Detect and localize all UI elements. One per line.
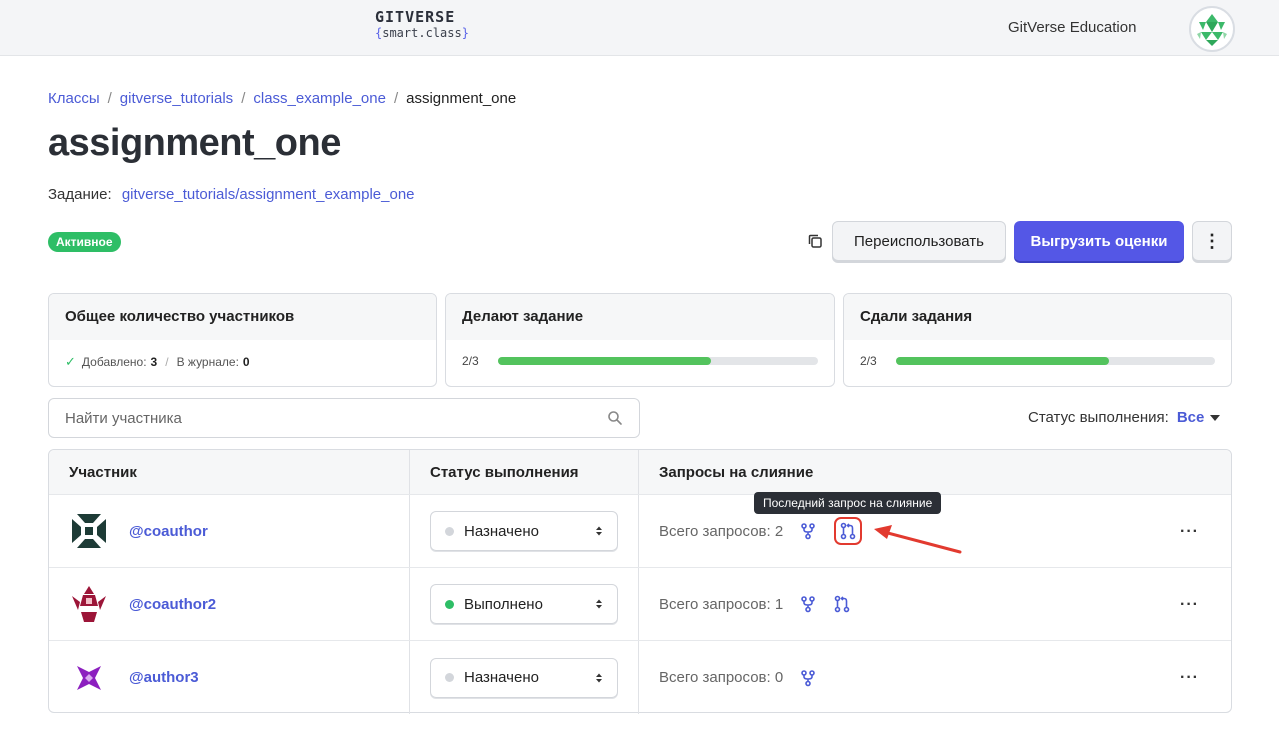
export-grades-button[interactable]: Выгрузить оценки	[1014, 221, 1184, 261]
user-avatar[interactable]	[1189, 6, 1235, 52]
progress-text: 2/3	[860, 354, 877, 368]
row-more-button[interactable]: ···	[1180, 596, 1199, 614]
reuse-button[interactable]: Переиспользовать	[832, 221, 1006, 261]
status-select[interactable]: Выполнено	[430, 584, 618, 624]
avatar[interactable]	[69, 584, 109, 624]
fork-icon[interactable]	[799, 669, 817, 687]
fork-icon[interactable]	[799, 595, 817, 613]
table-row: @author3 Назначено Всего запросов: 0 ···	[49, 641, 1231, 714]
pull-request-icon[interactable]	[834, 517, 863, 545]
merge-request-count: Всего запросов: 2	[659, 522, 784, 540]
progress-text: 2/3	[462, 354, 479, 368]
participant-username[interactable]: @author3	[129, 669, 199, 686]
breadcrumb-link-org[interactable]: gitverse_tutorials	[120, 90, 233, 107]
status-select-value: Назначено	[464, 522, 539, 540]
divider: /	[165, 355, 169, 369]
select-caret-icon	[596, 526, 602, 536]
participant-username[interactable]: @coauthor	[129, 523, 208, 540]
progress-bar	[896, 357, 1215, 365]
breadcrumb-separator: /	[241, 90, 246, 107]
status-select-value: Выполнено	[464, 595, 543, 613]
status-dot	[445, 526, 454, 536]
avatar[interactable]	[69, 511, 109, 551]
filter-label: Статус выполнения:	[1028, 409, 1169, 426]
status-badge: Активное	[48, 232, 121, 252]
caret-down-icon[interactable]	[1210, 414, 1221, 421]
select-caret-icon	[596, 673, 602, 682]
annotation-arrow-icon	[874, 525, 962, 554]
page-title: assignment_one	[48, 122, 341, 164]
last-merge-request-tooltip: Последний запрос на слияние	[754, 492, 942, 514]
assignment-label: Задание:	[48, 186, 112, 203]
breadcrumb-current: assignment_one	[406, 90, 517, 107]
row-more-button[interactable]: ···	[1180, 523, 1199, 541]
progress-fill	[498, 357, 712, 365]
column-header: Участник	[49, 450, 410, 494]
stat-card-total: Общее количество участников ✓ Добавлено:…	[48, 293, 437, 387]
gitverse-logo[interactable]: GITVERSE {smart.class}	[375, 9, 469, 41]
assignment-repo-link[interactable]: gitverse_tutorials/assignment_example_on…	[122, 186, 415, 203]
stat-card-submitted: Сдали задания 2/3	[843, 293, 1232, 387]
top-header: GITVERSE {smart.class} GitVerse Educatio…	[0, 0, 1279, 56]
pull-request-icon[interactable]	[833, 595, 851, 613]
row-more-button[interactable]: ···	[1180, 669, 1199, 687]
filter-value[interactable]: Все	[1177, 409, 1205, 426]
breadcrumb: Классы / gitverse_tutorials / class_exam…	[48, 90, 516, 107]
stat-card-title: Сдали задания	[844, 294, 1231, 340]
participants-table: Участник Статус выполнения Запросы на сл…	[48, 449, 1232, 714]
participant-username[interactable]: @coauthor2	[129, 596, 216, 613]
status-dot	[445, 599, 454, 609]
more-actions-button[interactable]: ⋮	[1192, 221, 1232, 261]
fork-icon[interactable]	[799, 522, 817, 540]
copy-icon[interactable]	[806, 232, 824, 250]
stat-card-doing: Делают задание 2/3	[445, 293, 835, 387]
status-filter[interactable]: Статус выполнения: Все	[1028, 409, 1221, 426]
breadcrumb-separator: /	[393, 90, 399, 107]
search-input[interactable]	[65, 409, 607, 427]
status-dot	[445, 673, 454, 682]
status-select[interactable]: Назначено	[430, 657, 618, 698]
table-row: @coauthor2 Выполнено Всего запросов: 1 ·…	[49, 568, 1231, 641]
merge-request-count: Всего запросов: 0	[659, 669, 784, 686]
breadcrumb-link-class[interactable]: class_example_one	[253, 90, 386, 107]
check-icon: ✓	[65, 354, 76, 369]
status-select[interactable]: Назначено	[430, 511, 618, 551]
column-header: Запросы на слияние	[659, 464, 814, 481]
org-name[interactable]: GitVerse Education	[1008, 19, 1136, 36]
progress-fill	[896, 357, 1109, 365]
breadcrumb-separator: /	[107, 90, 112, 107]
breadcrumb-link-classes[interactable]: Классы	[48, 90, 100, 107]
table-row: @coauthor Назначено Всего запросов: 2 ··…	[49, 495, 1231, 568]
select-caret-icon	[596, 599, 602, 609]
added-value: 3	[150, 355, 158, 369]
avatar[interactable]	[69, 658, 109, 698]
search-icon[interactable]	[607, 410, 623, 426]
stat-card-title: Делают задание	[446, 294, 834, 340]
journal-label: В журнале:	[176, 355, 239, 369]
merge-request-count: Всего запросов: 1	[659, 595, 784, 613]
status-select-value: Назначено	[464, 669, 539, 686]
participant-search[interactable]	[48, 398, 640, 438]
progress-bar	[498, 357, 818, 365]
added-label: Добавлено:	[81, 355, 147, 369]
assignment-info: Задание: gitverse_tutorials/assignment_e…	[48, 186, 415, 203]
stat-card-title: Общее количество участников	[49, 294, 436, 340]
journal-value: 0	[242, 355, 250, 369]
logo-sub-text: {smart.class}	[375, 26, 469, 40]
table-header: Участник Статус выполнения Запросы на сл…	[49, 450, 1231, 495]
column-header: Статус выполнения	[410, 450, 639, 494]
logo-main-text: GITVERSE	[375, 8, 456, 26]
